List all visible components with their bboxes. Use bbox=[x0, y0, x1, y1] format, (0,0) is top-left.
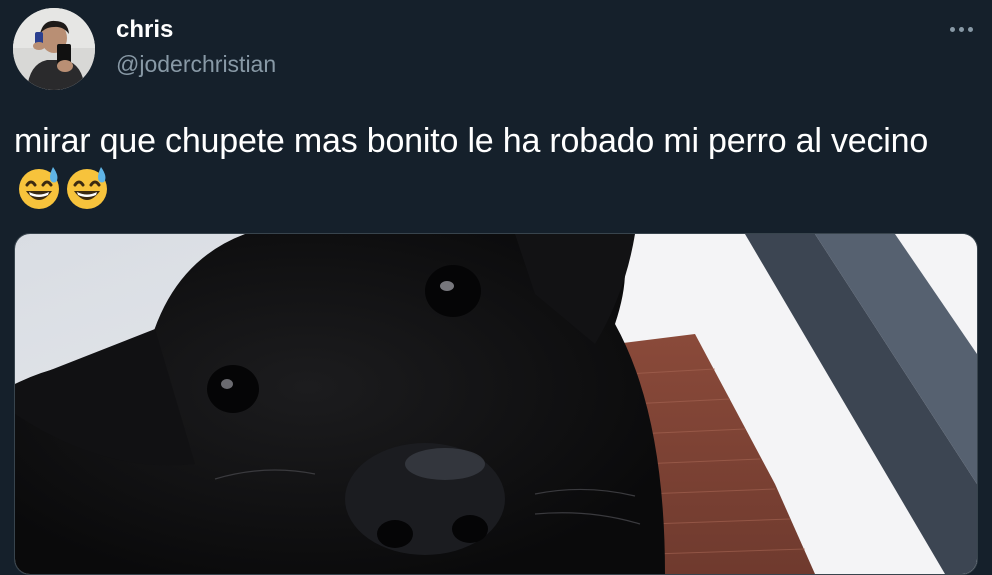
more-horizontal-icon bbox=[967, 26, 973, 32]
tweet-media[interactable] bbox=[14, 233, 978, 575]
more-options-button[interactable] bbox=[944, 14, 978, 44]
author-display-name[interactable]: chris bbox=[116, 16, 173, 44]
tweet: chris @joderchristian mirar que chupete … bbox=[0, 0, 992, 575]
more-horizontal-icon bbox=[949, 26, 955, 32]
grinning-sweat-emoji-icon bbox=[67, 167, 107, 209]
tweet-text: mirar que chupete mas bonito le ha robad… bbox=[14, 118, 974, 215]
more-horizontal-icon bbox=[958, 26, 964, 32]
author-handle[interactable]: @joderchristian bbox=[116, 50, 276, 78]
profile-photo bbox=[13, 8, 95, 90]
tweet-text-content: mirar que chupete mas bonito le ha robad… bbox=[14, 122, 929, 160]
dog-photo bbox=[15, 234, 977, 574]
grinning-sweat-emoji-icon bbox=[19, 167, 59, 209]
avatar[interactable] bbox=[13, 8, 95, 90]
